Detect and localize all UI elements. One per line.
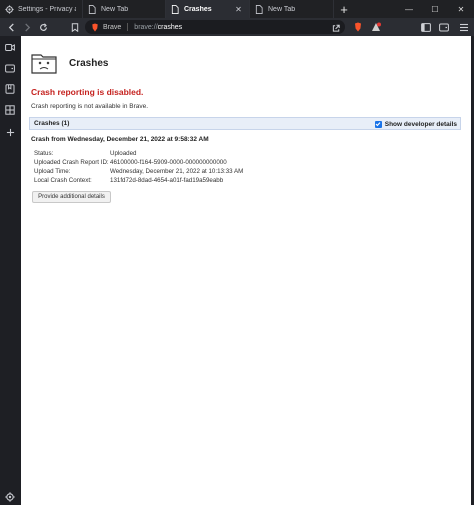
bookmark-icon — [71, 22, 79, 32]
wallet-icon — [5, 64, 15, 72]
browser-window: Settings - Privacy and se New Tab Crashe… — [0, 0, 474, 505]
brave-shields-button[interactable] — [350, 19, 366, 35]
url-scheme: brave:// — [134, 23, 158, 31]
brave-rewards-button[interactable] — [368, 19, 384, 35]
address-bar[interactable]: Brave brave:// crashes — [85, 20, 345, 34]
gear-icon — [4, 4, 14, 14]
detail-label: Local Crash Context: — [34, 177, 92, 184]
tab-new-tab-1[interactable]: New Tab — [83, 0, 166, 18]
page-icon — [87, 4, 97, 14]
page-title: Crashes — [69, 58, 109, 69]
tab-crashes[interactable]: Crashes ✕ — [166, 0, 250, 18]
tab-settings[interactable]: Settings - Privacy and se — [0, 0, 83, 18]
crash-detail-row: Uploaded Crash Report ID:46100000-f164-5… — [34, 159, 227, 166]
crash-detail-row: Upload Time: Wednesday, December 21, 2022… — [34, 168, 243, 175]
detail-value: 46100000-f164-5909-0000-000000000000 — [110, 159, 227, 166]
developer-details-checkbox[interactable] — [374, 120, 382, 128]
crash-reporting-disabled-message: Crash reporting is not available in Brav… — [31, 103, 149, 110]
provide-additional-details-button[interactable]: Provide additional details — [32, 191, 111, 203]
page-content: Crashes Crash reporting is disabled. Cra… — [21, 36, 471, 505]
tab-close-icon[interactable]: ✕ — [234, 5, 243, 14]
sidebar-settings-button[interactable] — [2, 489, 18, 505]
crashes-section-header: Crashes (1) Show developer details — [29, 117, 461, 130]
rewards-triangle-icon — [372, 22, 381, 31]
plus-icon — [6, 128, 14, 136]
sidebar-panel-icon — [421, 22, 431, 32]
sidebar-toggle-button[interactable] — [418, 19, 434, 35]
crash-detail-row: Status: Uploaded — [34, 150, 137, 157]
forward-arrow-icon — [24, 22, 30, 32]
detail-value: 131fd72d-8dad-4654-a01f-fad19a59eabb — [110, 177, 224, 184]
crashes-count-label: Crashes (1) — [34, 120, 70, 127]
share-button[interactable] — [328, 19, 344, 35]
detail-value: Uploaded — [110, 150, 137, 157]
minimize-button[interactable]: — — [396, 0, 422, 18]
reload-button[interactable] — [35, 19, 51, 35]
tab-label: Crashes — [184, 5, 212, 13]
bookmarks-icon — [5, 84, 15, 94]
close-window-button[interactable]: ✕ — [448, 0, 474, 18]
brave-shield-icon — [355, 22, 361, 32]
back-arrow-icon — [8, 22, 14, 32]
url-host: crashes — [157, 23, 183, 31]
tab-new-tab-2[interactable]: New Tab — [250, 0, 334, 18]
detail-label: Uploaded Crash Report ID: — [34, 159, 109, 166]
wallet-icon — [439, 23, 449, 31]
crash-reporting-disabled-heading: Crash reporting is disabled. — [31, 87, 144, 97]
detail-label: Upload Time: — [34, 168, 71, 175]
sidebar-leo-button[interactable] — [2, 39, 18, 55]
menu-button[interactable] — [456, 19, 472, 35]
tab-label: New Tab — [101, 5, 129, 13]
crash-entry-heading: Crash from Wednesday, December 21, 2022 … — [31, 136, 209, 143]
brave-label: Brave — [103, 23, 122, 31]
window-controls: — ☐ ✕ — [396, 0, 474, 18]
sidebar-wallet-button[interactable] — [2, 60, 18, 76]
page-icon — [170, 4, 180, 14]
video-camera-icon — [5, 43, 15, 51]
tab-label: Settings - Privacy and se — [18, 5, 76, 13]
sad-folder-icon — [31, 52, 57, 74]
bookmark-button[interactable] — [67, 19, 83, 35]
detail-value: Wednesday, December 21, 2022 at 10:13:33… — [110, 168, 244, 175]
tab-strip: Settings - Privacy and se New Tab Crashe… — [0, 0, 474, 18]
reading-list-icon — [5, 105, 15, 115]
sidebar-add-button[interactable] — [2, 124, 18, 140]
tab-label: New Tab — [268, 5, 296, 13]
page-icon — [254, 4, 264, 14]
forward-button[interactable] — [19, 19, 35, 35]
checkmark-icon — [375, 122, 381, 127]
wallet-button[interactable] — [436, 19, 452, 35]
share-icon — [332, 24, 340, 32]
detail-label: Status: — [34, 150, 54, 157]
gear-icon — [5, 492, 15, 502]
side-panel — [0, 36, 20, 505]
crash-detail-row: Local Crash Context: 131fd72d-8dad-4654-a… — [34, 177, 223, 184]
reload-icon — [39, 22, 47, 31]
back-button[interactable] — [3, 19, 19, 35]
sidebar-bookmarks-button[interactable] — [2, 81, 18, 97]
address-divider — [127, 23, 129, 31]
developer-details-toggle[interactable]: Show developer details — [374, 119, 457, 129]
maximize-button[interactable]: ☐ — [422, 0, 448, 18]
hamburger-menu-icon — [460, 23, 468, 31]
toolbar: Brave brave:// crashes — [0, 18, 474, 36]
brave-lion-icon — [92, 22, 98, 32]
sidebar-reading-list-button[interactable] — [2, 102, 18, 118]
new-tab-button[interactable]: + — [334, 0, 354, 18]
developer-details-label: Show developer details — [384, 120, 457, 128]
